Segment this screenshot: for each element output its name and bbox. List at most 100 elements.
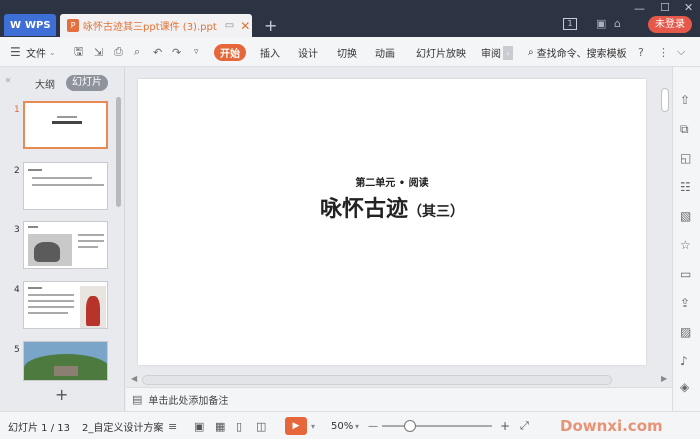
more-options-icon[interactable]: ⋮: [658, 37, 669, 67]
window-count-badge[interactable]: 1: [563, 18, 577, 30]
vertical-scroll-thumb[interactable]: [661, 88, 669, 112]
document-tab-label: 咏怀古迹其三ppt课件 (3).ppt: [83, 22, 217, 33]
slide-title-main: 咏怀古迹: [319, 197, 408, 222]
settings-sliders-icon[interactable]: ☷: [680, 180, 691, 194]
command-search[interactable]: ⌕ 查找命令、搜索模板: [528, 37, 627, 67]
zoom-out-icon[interactable]: —: [368, 412, 378, 439]
document-tab[interactable]: P 咏怀古迹其三ppt课件 (3).ppt ▭ ✕: [60, 14, 252, 37]
normal-view-icon[interactable]: ▣: [194, 412, 204, 439]
slide-sorter-icon[interactable]: ▦: [215, 412, 225, 439]
tab-outline[interactable]: 大纲: [35, 76, 55, 91]
print-preview-icon[interactable]: ⌕: [134, 37, 140, 67]
scroll-right-icon[interactable]: ▶: [661, 374, 667, 383]
print-icon[interactable]: ⎙: [114, 37, 123, 67]
image-icon[interactable]: ▧: [680, 209, 691, 223]
vertical-scrollbar[interactable]: [659, 84, 670, 374]
tab-insert[interactable]: 插入: [260, 37, 280, 67]
collapse-ribbon-icon[interactable]: ⌵: [677, 37, 685, 67]
tab-animation[interactable]: 动画: [375, 37, 395, 67]
scroll-left-icon[interactable]: ◀: [131, 374, 137, 383]
maximize-icon[interactable]: ☐: [660, 1, 670, 14]
zoom-slider[interactable]: [382, 412, 492, 439]
minimize-icon[interactable]: —: [634, 2, 645, 15]
shape-icon[interactable]: ◱: [680, 151, 691, 165]
tab-slides[interactable]: 幻灯片: [66, 75, 108, 91]
tab-monitor-icon[interactable]: ▭: [225, 20, 234, 31]
ribbon-scroll-right-icon[interactable]: ›: [503, 46, 513, 60]
zoom-slider-track: [382, 420, 492, 432]
skin-icon[interactable]: ▣: [596, 17, 606, 30]
tab-home[interactable]: 开始: [214, 44, 246, 61]
right-sidebar: ⇧ ⧉ ◱ ☷ ▧ ☆ ▭ ⇪ ▨ ♪ ◈: [672, 67, 700, 411]
wps-home-tab[interactable]: W WPS: [4, 14, 56, 36]
slide-subtitle[interactable]: 第二单元 • 阅读: [138, 174, 646, 189]
search-icon: ⌕: [528, 46, 534, 58]
play-slideshow-button[interactable]: ▶: [285, 417, 307, 435]
slide-thumbnail[interactable]: [23, 101, 108, 149]
zoom-dropdown-icon[interactable]: ▾: [355, 412, 359, 439]
horizontal-scrollbar[interactable]: [142, 375, 612, 385]
file-menu-button[interactable]: 文件 ⌄: [26, 37, 56, 67]
template-icon[interactable]: ⧉: [680, 122, 689, 137]
star-icon[interactable]: ☆: [680, 238, 691, 252]
slide-number: 3: [14, 225, 20, 235]
save-icon[interactable]: 🖫: [74, 37, 83, 67]
share-icon[interactable]: ⌂: [614, 17, 621, 30]
notes-placeholder[interactable]: 单击此处添加备注: [148, 392, 228, 407]
slide-thumbnail[interactable]: [23, 162, 108, 210]
quick-access-more-icon[interactable]: ▿: [194, 37, 199, 67]
new-tab-button[interactable]: +: [264, 16, 277, 35]
box-icon[interactable]: ▭: [680, 267, 691, 281]
slide-title[interactable]: 咏怀古迹（其三）: [138, 191, 646, 223]
fit-to-window-icon[interactable]: ⤢: [520, 412, 529, 439]
chevron-down-icon: ⌄: [49, 47, 56, 57]
picture-icon[interactable]: ▨: [680, 325, 691, 339]
tab-slideshow[interactable]: 幻灯片放映: [416, 37, 466, 67]
ppt-file-icon: P: [67, 19, 79, 32]
slide-number: 1: [14, 105, 20, 115]
shield-icon[interactable]: ◈: [680, 380, 689, 394]
redo-icon[interactable]: ↷: [172, 37, 181, 67]
close-window-icon[interactable]: ✕: [684, 1, 693, 14]
file-menu-label: 文件: [26, 48, 46, 60]
slide-number: 4: [14, 285, 20, 295]
command-search-label: 查找命令、搜索模板: [536, 48, 627, 60]
zoom-level[interactable]: 50%: [331, 412, 353, 439]
wps-tab-label: WPS: [25, 19, 51, 31]
slide-number: 5: [14, 345, 20, 355]
reading-view-icon[interactable]: ▯: [236, 412, 242, 439]
collapse-panel-icon[interactable]: «: [5, 75, 11, 86]
export-icon[interactable]: ⇪: [680, 296, 690, 310]
slide-thumbnail-panel: « 大纲 幻灯片 1 2 3 4 5 +: [0, 67, 125, 411]
play-options-chevron-icon[interactable]: ▾: [311, 412, 315, 439]
add-slide-button[interactable]: +: [55, 385, 68, 404]
slide-title-suffix: （其三）: [408, 204, 464, 220]
help-icon[interactable]: ?: [638, 37, 644, 67]
ribbon-toolbar: ☰ 文件 ⌄ 🖫 ⇲ ⎙ ⌕ ↶ ↷ ▿ 开始 插入 设计 切换 动画 幻灯片放…: [0, 37, 700, 67]
slide-thumbnail[interactable]: [23, 341, 108, 381]
close-tab-icon[interactable]: ✕: [240, 19, 250, 33]
login-button[interactable]: 未登录: [648, 16, 692, 33]
zoom-slider-handle[interactable]: [404, 420, 416, 432]
arrow-up-icon[interactable]: ⇧: [680, 93, 690, 107]
notes-icon: ▤: [132, 393, 143, 406]
watermark-logo: Downxi.com: [560, 417, 663, 435]
tab-transition[interactable]: 切换: [337, 37, 357, 67]
tab-design[interactable]: 设计: [298, 37, 318, 67]
speaker-icon[interactable]: ♪: [680, 354, 688, 368]
wps-logo-icon: W: [10, 19, 22, 31]
undo-icon[interactable]: ↶: [153, 37, 162, 67]
hamburger-menu-icon[interactable]: ☰: [10, 37, 21, 67]
zoom-in-icon[interactable]: +: [500, 412, 510, 439]
tab-review[interactable]: 审阅: [481, 37, 501, 67]
slide-number: 2: [14, 166, 20, 176]
theme-name[interactable]: 2_自定义设计方案: [82, 412, 163, 439]
thumbnail-scrollbar[interactable]: [116, 97, 121, 207]
presenter-view-icon[interactable]: ◫: [256, 412, 266, 439]
current-slide[interactable]: 第二单元 • 阅读 咏怀古迹（其三）: [138, 79, 646, 365]
slide-thumbnail[interactable]: [23, 281, 108, 329]
notes-bar[interactable]: ▤ 单击此处添加备注: [126, 387, 672, 411]
export-icon[interactable]: ⇲: [94, 37, 103, 67]
slide-thumbnail[interactable]: [23, 221, 108, 269]
notes-toggle-icon[interactable]: ≡: [168, 412, 177, 439]
